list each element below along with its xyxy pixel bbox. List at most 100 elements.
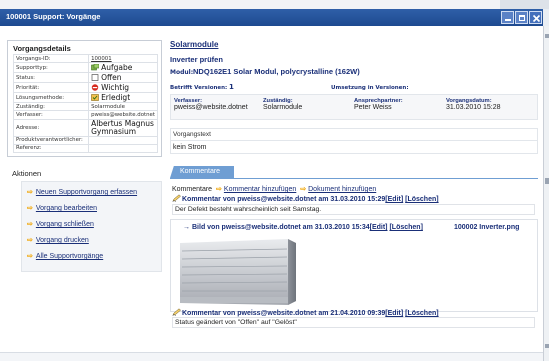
detail-row: Zuständig: Solarmodule [12, 102, 158, 112]
detail-key: Supporttyp: [12, 62, 90, 74]
case-text-value: kein Strom [170, 140, 538, 154]
comment-header: Kommentar von pweiss@website.dotnet am 3… [172, 194, 439, 203]
detail-key: Verfasser: [12, 110, 90, 120]
window-title: 100001 Support: Vorgänge [6, 12, 101, 21]
arrow-icon: ⇨ [27, 205, 33, 212]
arrow-icon: ⇨ [216, 186, 222, 193]
detail-value-case-id[interactable]: 100001 [88, 53, 158, 64]
case-title[interactable]: Solarmodule [170, 40, 218, 49]
tab-underline [170, 178, 538, 179]
case-text-label: Vorgangstext [170, 128, 538, 140]
detail-value-priority: Wichtig [88, 82, 158, 94]
action-close-case[interactable]: ⇨ Vorgang schließen [27, 220, 94, 228]
case-details-panel: Vorgangsdetails Vorgangs-ID: 100001 Suppo… [7, 40, 162, 157]
tab-comments[interactable]: Kommentare [170, 166, 234, 178]
detail-row: Referenz: [12, 143, 158, 153]
inverter-image[interactable] [176, 237, 300, 307]
maximize-icon [519, 15, 525, 21]
minimize-icon [505, 19, 511, 21]
actions-panel: Aktionen ⇨ Neuen Supportvorgang erfassen … [7, 169, 162, 272]
task-icon [91, 64, 100, 71]
comment-edit-link[interactable]: [Edit] [385, 196, 403, 203]
detail-value-product-owner [88, 135, 158, 145]
detail-row: Adresse: Albertus Magnus Gymnasium [12, 118, 158, 137]
module-value: NDQ162E1 Solar Modul, polycrystalline (1… [193, 67, 360, 76]
action-edit-case[interactable]: ⇨ Vorgang bearbeiten [27, 204, 97, 212]
detail-key: Produktverantwortlicher: [12, 135, 90, 145]
detail-row: Verfasser: pweiss@website.dotnet [12, 110, 158, 120]
detail-row: Supporttyp: Aufgabe [12, 62, 158, 74]
priority-icon [91, 84, 99, 91]
info-date: Vorgangsdatum: 31.03.2010 15:28 [446, 98, 501, 111]
detail-key: Status: [12, 72, 90, 84]
close-button[interactable] [529, 11, 542, 24]
image-file-name[interactable]: 100002 Inverter.png [454, 224, 519, 231]
detail-key: Referenz: [12, 143, 90, 153]
arrow-icon: ⇨ [27, 189, 33, 196]
case-subtitle: Inverter prüfen [170, 55, 223, 64]
comment-edit-link[interactable]: [Edit] [385, 310, 403, 317]
add-comment-link[interactable]: Kommentar hinzufügen [224, 186, 296, 193]
action-all-cases[interactable]: ⇨ Alle Supportvorgänge [27, 252, 103, 260]
detail-row: Priorität: Wichtig [12, 82, 158, 94]
window-titlebar: 100001 Support: Vorgänge [0, 9, 543, 26]
done-icon [91, 94, 99, 101]
comment-header: Kommentar von pweiss@website.dotnet am 2… [172, 308, 439, 317]
info-responsible: Zuständig: Solarmodule [263, 98, 303, 111]
info-contact: Ansprechpartner: Peter Weiss [354, 98, 403, 111]
actions-list: ⇨ Neuen Supportvorgang erfassen ⇨ Vorgang … [21, 181, 162, 272]
action-new-case[interactable]: ⇨ Neuen Supportvorgang erfassen [27, 188, 137, 196]
add-document-link[interactable]: Dokument hinzufügen [308, 186, 376, 193]
detail-row: Lösungsmethode: Erledigt [12, 92, 158, 104]
scroll-thumb[interactable] [545, 178, 549, 184]
comment-body: Der Defekt besteht wahrscheinlich seit S… [172, 204, 535, 215]
detail-value-author: pweiss@website.dotnet [88, 110, 158, 120]
detail-row: Status: Offen [12, 72, 158, 84]
top-strip [0, 0, 549, 9]
case-info-box: Verfasser: pweiss@website.dotnet Zuständi… [170, 94, 538, 120]
actions-heading: Aktionen [12, 169, 42, 178]
scroll-up-arrow[interactable] [545, 34, 549, 38]
detail-key: Lösungsmethode: [12, 92, 90, 104]
detail-key: Zuständig: [12, 102, 90, 112]
versions-label: Betrifft Versionen: [170, 85, 228, 91]
pencil-icon [172, 194, 181, 202]
status-bar [0, 352, 543, 361]
comments-toolbar: Kommentare ⇨ Kommentar hinzufügen ⇨ Dokume… [172, 185, 376, 193]
detail-value-responsible: Solarmodule [88, 102, 158, 112]
implementation-label: Umsetzung in Versionen: [331, 85, 409, 91]
detail-value-resolution: Erledigt [88, 92, 158, 104]
info-author: Verfasser: pweiss@website.dotnet [174, 98, 248, 111]
detail-row: Produktverantwortlicher: [12, 135, 158, 145]
detail-row: Vorgangs-ID: 100001 [12, 53, 158, 64]
image-delete-link[interactable]: [Löschen] [389, 224, 422, 231]
arrow-icon: ⇨ [27, 221, 33, 228]
comments-label: Kommentare [172, 186, 213, 193]
comment-delete-link[interactable]: [Löschen] [405, 310, 438, 317]
case-details-table: Vorgangs-ID: 100001 Supporttyp: Aufgabe St… [12, 53, 158, 153]
comment-delete-link[interactable]: [Löschen] [405, 196, 438, 203]
arrow-icon: ⇨ [300, 186, 307, 193]
close-icon [532, 14, 541, 23]
action-print-case[interactable]: ⇨ Vorgang drucken [27, 236, 89, 244]
image-comment: → Bild von pweiss@website.dotnet am 31.03… [170, 219, 538, 312]
minimize-button[interactable] [501, 11, 514, 24]
vertical-scrollbar[interactable] [543, 26, 549, 361]
detail-key: Vorgangs-ID: [12, 53, 90, 64]
detail-value-address: Albertus Magnus Gymnasium [88, 118, 158, 137]
detail-key: Priorität: [12, 82, 90, 94]
scroll-down-arrow[interactable] [545, 344, 549, 348]
image-edit-link[interactable]: [Edit] [370, 224, 388, 231]
detail-value-reference [88, 143, 158, 153]
arrow-right-icon: → [183, 224, 190, 231]
comment-body: Status geändert von "Offen" auf "Gelöst" [172, 317, 535, 328]
detail-value-type: Aufgabe [88, 62, 158, 74]
versions-value: 1 [229, 83, 234, 91]
image-comment-header: → Bild von pweiss@website.dotnet am 31.03… [183, 224, 423, 231]
checkbox-icon [91, 74, 99, 82]
top-strip-tab[interactable] [500, 0, 549, 9]
arrow-icon: ⇨ [27, 237, 33, 244]
module-label: Modul: [170, 69, 194, 76]
case-details-heading: Vorgangsdetails [13, 44, 71, 53]
maximize-button[interactable] [515, 11, 528, 24]
